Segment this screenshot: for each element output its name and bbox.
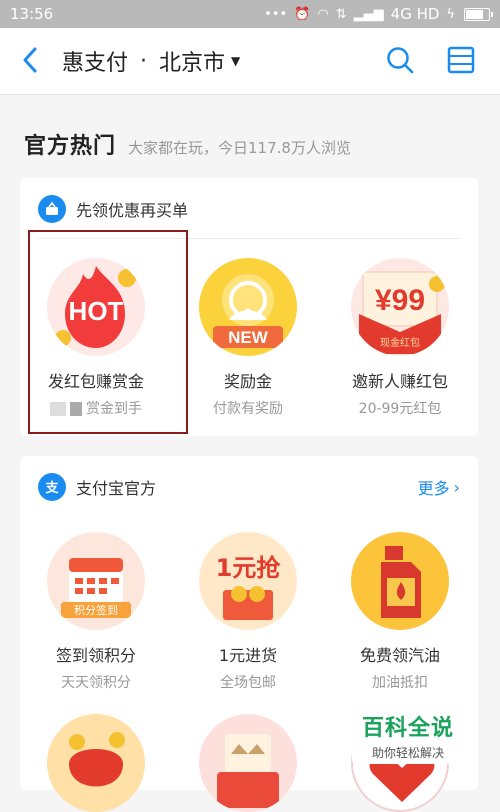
svg-text:支: 支 [44,480,59,495]
tile-one-yuan-stock[interactable]: 1元抢 1元进货 全场包邮 [172,532,324,692]
badge-99: ¥99 [375,284,425,317]
alipay-card-header: 支 支付宝官方 更多 › [38,470,460,504]
promo-card-title: 先领优惠再买单 [76,201,189,220]
promo-card-header: 先领优惠再买单 [38,192,460,226]
tile-subtitle: 20-99元红包 [358,401,442,417]
one-yuan-grab-icon: 1元抢 [199,532,297,630]
back-arrow-icon[interactable] [16,45,46,75]
tile-crown-coupon[interactable] [172,714,324,812]
tile-title: 免费领汽油 [359,646,440,665]
tile-checkin-points[interactable]: 积分签到 签到领积分 天天领积分 [20,532,172,692]
alipay-card-title: 支付宝官方 [76,479,157,498]
tile-subtitle: 全场包邮 [220,675,276,691]
badge-new: NEW [228,328,269,347]
caret-down-icon[interactable]: ▼ [231,54,240,68]
battery-icon [464,7,493,21]
red-envelope-icon: ¥99 现金红包 [351,258,449,356]
tile-subtitle: 付款有奖励 [213,401,283,417]
chevron-right-icon: › [453,477,460,497]
tile-title: 奖励金 [223,372,272,391]
page-title: 惠支付 [62,51,129,76]
status-bar: 13:56 ••• ⏰ ◠ ⇅ ▂▄▆ 4G HD ϟ [0,0,500,28]
checkin-badge: 积分签到 [74,603,118,617]
more-label: 更多 [417,479,450,498]
tile-title: 邀新人赚红包 [351,372,448,391]
status-time: 13:56 [10,5,54,23]
tile-title: 1元进货 [218,646,278,665]
grab-badge: 1元抢 [216,554,282,582]
section-header: 官方热门 大家都在玩，今日117.8万人浏览 [24,128,351,160]
signal-icon: ▂▄▆ [353,6,384,22]
calendar-checkin-icon: 积分签到 [47,532,145,630]
nav-bar: 惠支付 · 北京市 ▼ [0,28,500,95]
watermark-subtitle: 助你轻松解决 [371,746,444,760]
tile-free-fuel[interactable]: 免费领汽油 加油抵扣 [324,532,476,692]
shopping-basket-icon [38,195,66,223]
title-separator: · [140,48,148,74]
section-title: 官方热门 [24,134,117,159]
reward-coin-icon: NEW [199,258,297,356]
watermark-logo: 百科全说 助你轻松解决 [352,706,464,764]
tile-lucky-bag[interactable] [20,714,172,812]
charging-icon: ϟ [446,6,455,22]
lucky-bag-icon [47,714,145,812]
tile-subtitle: 加油抵扣 [372,675,428,691]
tile-subtitle: 天天领积分 [61,675,131,691]
fuel-can-icon [351,532,449,630]
crown-coupon-icon [199,714,297,812]
alipay-logo-icon: 支 [38,473,66,501]
wifi-icon: ◠ [317,6,329,22]
status-icons: ••• ⏰ ◠ ⇅ ▂▄▆ 4G HD ϟ [264,5,493,23]
orders-list-icon[interactable] [446,45,476,75]
more-dots-icon: ••• [264,6,288,22]
official-grid: 积分签到 签到领积分 天天领积分 1元抢 1元进货 全场包邮 免费领汽油 加油抵… [20,532,478,692]
tile-invite-red-packet[interactable]: ¥99 现金红包 邀新人赚红包 20-99元红包 [324,258,476,418]
watermark-title: 百科全说 [361,716,454,741]
more-link[interactable]: 更多 › [418,475,460,499]
search-icon[interactable] [385,45,415,75]
network-label: 4G HD [390,5,440,23]
data-arrows-icon: ⇅ [335,6,347,22]
city-selector[interactable]: 北京市 [159,45,225,77]
tile-title: 签到领积分 [55,646,136,665]
alarm-icon: ⏰ [294,6,311,22]
section-subtitle: 大家都在玩，今日117.8万人浏览 [128,139,351,157]
highlight-frame [28,230,188,434]
cash-tag: 现金红包 [380,336,420,349]
tile-reward-money[interactable]: NEW 奖励金 付款有奖励 [172,258,324,418]
nav-title[interactable]: 惠支付 · 北京市 ▼ [62,45,240,77]
